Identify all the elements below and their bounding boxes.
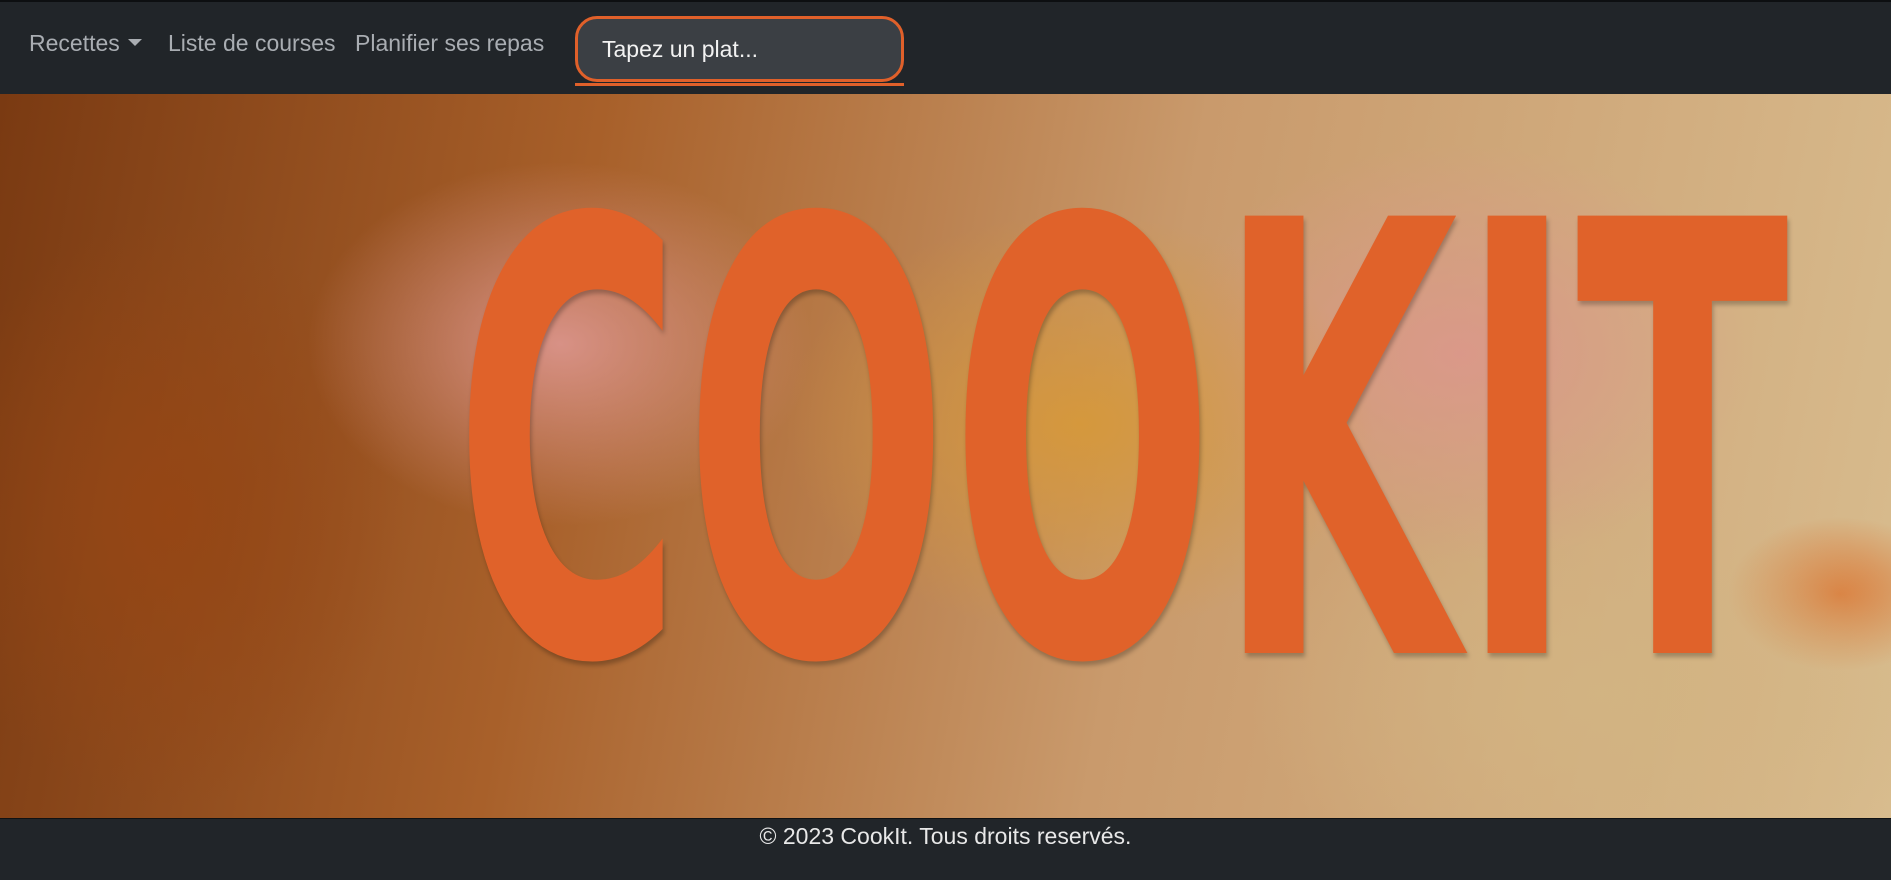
caret-down-icon bbox=[127, 39, 142, 47]
nav-link-shopping-list[interactable]: Liste de courses bbox=[168, 30, 335, 57]
recipes-dropdown[interactable]: Recettes bbox=[29, 30, 142, 57]
recipes-label: Recettes bbox=[29, 30, 120, 56]
search-container bbox=[575, 16, 904, 86]
hero-title: COOKIT bbox=[453, 96, 1790, 795]
nav-link-plan-meals[interactable]: Planifier ses repas bbox=[355, 30, 544, 57]
search-input[interactable] bbox=[575, 16, 904, 82]
hero-banner: COOKIT bbox=[0, 94, 1891, 818]
top-navbar: Recettes Liste de courses Planifier ses … bbox=[0, 0, 1891, 94]
footer-copyright: © 2023 CookIt. Tous droits reservés. bbox=[759, 823, 1132, 849]
search-underline bbox=[575, 83, 904, 86]
footer: © 2023 CookIt. Tous droits reservés. bbox=[0, 818, 1891, 880]
